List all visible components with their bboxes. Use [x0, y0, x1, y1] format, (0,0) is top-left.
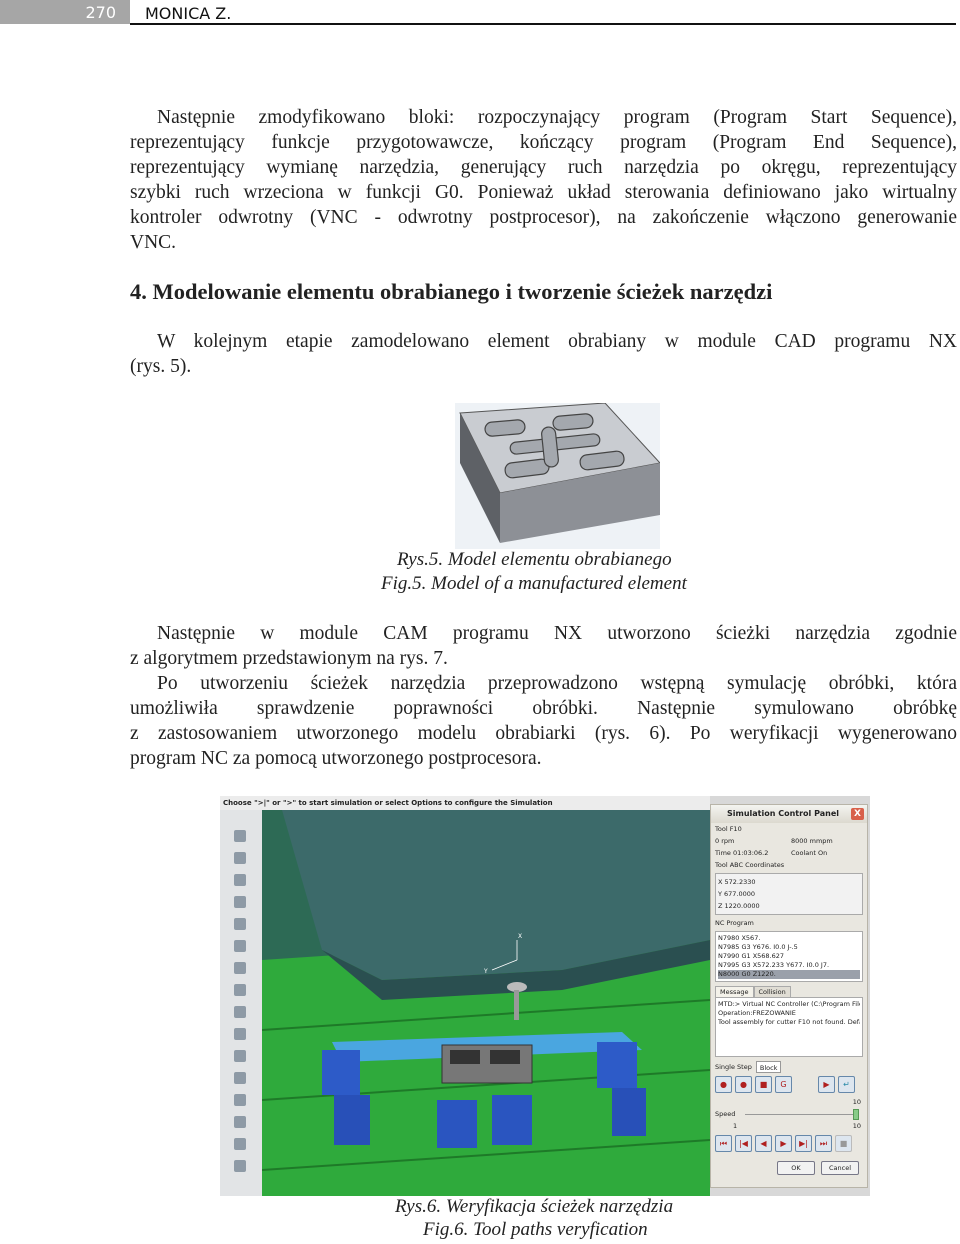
text-line: kontroler odwrotny (VNC - odwrotny postp…: [130, 207, 957, 228]
message-line: Operation:FREZOWANIE: [718, 1009, 796, 1017]
tool-icon[interactable]: [234, 874, 246, 886]
fast-forward-end-icon[interactable]: ⏭: [815, 1135, 832, 1152]
message-box: MTD:> Virtual NC Controller (C:\Program …: [715, 997, 863, 1057]
tool-icon[interactable]: [234, 1138, 246, 1150]
speed-max: 10: [852, 1122, 861, 1130]
nc-line[interactable]: N7990 G1 X568.627: [718, 952, 860, 961]
paragraph-1: Następnie zmodyfikowano bloki: rozpoczyn…: [130, 105, 957, 255]
coord-x: X 572.2330: [718, 878, 756, 886]
speed-current: 10: [852, 1098, 861, 1106]
step-forward-icon[interactable]: ▶|: [795, 1135, 812, 1152]
figure-5-caption-en: Fig.5. Model of a manufactured element: [381, 573, 687, 594]
text-line: (rys. 5).: [130, 356, 192, 377]
tool-icon[interactable]: [234, 1160, 246, 1172]
feed-value: 8000 mmpm: [791, 837, 833, 845]
header-rule: [130, 23, 956, 25]
paragraph-2: W kolejnym etapie zamodelowano element o…: [130, 329, 957, 379]
tool-icon[interactable]: [234, 1028, 246, 1040]
rpm-value: 0 rpm: [715, 837, 735, 845]
ok-button[interactable]: OK: [777, 1161, 815, 1175]
tool-icon[interactable]: [234, 1006, 246, 1018]
section-heading: 4. Modelowanie elementu obrabianego i tw…: [130, 279, 773, 304]
text-line: program NC za pomocą utworzonego postpro…: [130, 748, 542, 769]
nc-line[interactable]: N7995 G3 X572.233 Y677. I0.0 J7.: [718, 961, 860, 970]
message-line: MTD:> Virtual NC Controller (C:\Program …: [718, 1000, 860, 1008]
tool-icon[interactable]: [234, 1116, 246, 1128]
coolant-status: Coolant On: [791, 849, 828, 857]
panel-title: Simulation Control Panel: [727, 809, 839, 818]
return-icon[interactable]: ↵: [838, 1076, 855, 1093]
simulation-control-panel: Simulation Control Panel X Tool F10 0 rpm…: [710, 804, 868, 1188]
page-number: 270: [0, 0, 130, 24]
step-mode-select[interactable]: Block: [755, 1061, 782, 1073]
step-into-icon[interactable]: ●: [735, 1076, 752, 1093]
message-line: Tool assembly for cutter F10 not found. …: [718, 1018, 860, 1026]
time-value: Time 01:03:06.2: [715, 849, 769, 857]
step-icon[interactable]: ●: [715, 1076, 732, 1093]
panel-title-bar: Simulation Control Panel X: [711, 805, 867, 823]
tool-icon[interactable]: [234, 984, 246, 996]
text-line: W kolejnym etapie zamodelowano element o…: [157, 331, 957, 352]
text-line: reprezentujący funkcje przygotowawcze, k…: [130, 132, 957, 153]
close-icon[interactable]: X: [851, 808, 864, 820]
step-back-icon[interactable]: |◀: [735, 1135, 752, 1152]
tool-icon[interactable]: [234, 1050, 246, 1062]
material-icon[interactable]: ■: [755, 1076, 772, 1093]
tab-message[interactable]: Message: [715, 986, 754, 997]
coord-z: Z 1220.0000: [718, 902, 760, 910]
play-icon[interactable]: ▶: [775, 1135, 792, 1152]
text-line: Następnie w module CAM programu NX utwor…: [157, 623, 957, 644]
rewind-start-icon[interactable]: ⏮: [715, 1135, 732, 1152]
tool-icon[interactable]: [234, 896, 246, 908]
tab-collision[interactable]: Collision: [753, 986, 791, 997]
simulation-viewport[interactable]: X Y: [261, 810, 711, 1196]
play-reverse-icon[interactable]: ◀: [755, 1135, 772, 1152]
single-step-label: Single Step: [715, 1063, 752, 1071]
simulation-hint-bar: Choose ">|" or ">" to start simulation o…: [220, 796, 710, 810]
text-line: szybki ruch wrzeciona w funkcji G0. Poni…: [130, 182, 957, 203]
speed-label: Speed: [715, 1110, 736, 1118]
figure-6-simulation-screenshot: Choose ">|" or ">" to start simulation o…: [220, 796, 870, 1196]
coords-label: Tool ABC Coordinates: [715, 861, 785, 869]
speed-slider[interactable]: [745, 1114, 857, 1115]
figure-5-workpiece-model: [455, 402, 661, 549]
tool-icon[interactable]: [234, 918, 246, 930]
skip-icon[interactable]: ▶: [818, 1076, 835, 1093]
cancel-button[interactable]: Cancel: [821, 1161, 859, 1175]
text-line: z zastosowaniem utworzonego modelu obrab…: [130, 723, 957, 744]
text-line: VNC.: [130, 232, 177, 253]
tool-icon[interactable]: [234, 1094, 246, 1106]
tool-icon[interactable]: [234, 852, 246, 864]
nc-program-list[interactable]: N7980 X567. N7985 G3 Y676. I0.0 J-.5 N79…: [715, 931, 863, 982]
text-line: z algorytmem przedstawionym na rys. 7.: [130, 648, 448, 669]
tool-icon[interactable]: [234, 830, 246, 842]
axis-label-x: X: [518, 933, 522, 940]
axis-label-y: Y: [483, 968, 488, 975]
text-line: Następnie zmodyfikowano bloki: rozpoczyn…: [157, 107, 957, 128]
text-line: reprezentujący wymianę narzędzia, generu…: [130, 157, 957, 178]
nc-line[interactable]: N7985 G3 Y676. I0.0 J-.5: [718, 943, 860, 952]
text-line: Po utworzeniu ścieżek narzędzia przeprow…: [157, 673, 957, 694]
paragraph-3: Następnie w module CAM programu NX utwor…: [130, 621, 957, 671]
tool-icon[interactable]: [234, 962, 246, 974]
left-toolbar: [220, 810, 262, 1196]
paragraph-4: Po utworzeniu ścieżek narzędzia przeprow…: [130, 671, 957, 771]
stop-icon[interactable]: ■: [835, 1135, 852, 1152]
speed-slider-handle[interactable]: [853, 1109, 859, 1120]
tool-icon[interactable]: [234, 1072, 246, 1084]
figure-6-caption-pl: Rys.6. Weryfikacja ścieżek narzędzia: [395, 1196, 674, 1217]
speed-min: 1: [733, 1122, 738, 1130]
nc-line[interactable]: N7980 X567.: [718, 934, 860, 943]
text-line: umożliwiła sprawdzenie poprawności obrób…: [130, 698, 957, 719]
coord-y: Y 677.0000: [718, 890, 756, 898]
nc-program-label: NC Program: [715, 919, 754, 927]
nc-line-selected[interactable]: N8000 G0 Z1220.: [718, 970, 860, 979]
tool-label: Tool F10: [715, 825, 742, 833]
coordinates-list[interactable]: X 572.2330 Y 677.0000 Z 1220.0000: [715, 873, 863, 915]
figure-6-caption-en: Fig.6. Tool paths veryfication: [423, 1219, 648, 1240]
go-icon[interactable]: G: [775, 1076, 792, 1093]
figure-5-caption-pl: Rys.5. Model elementu obrabianego: [397, 549, 672, 570]
tool-icon[interactable]: [234, 940, 246, 952]
